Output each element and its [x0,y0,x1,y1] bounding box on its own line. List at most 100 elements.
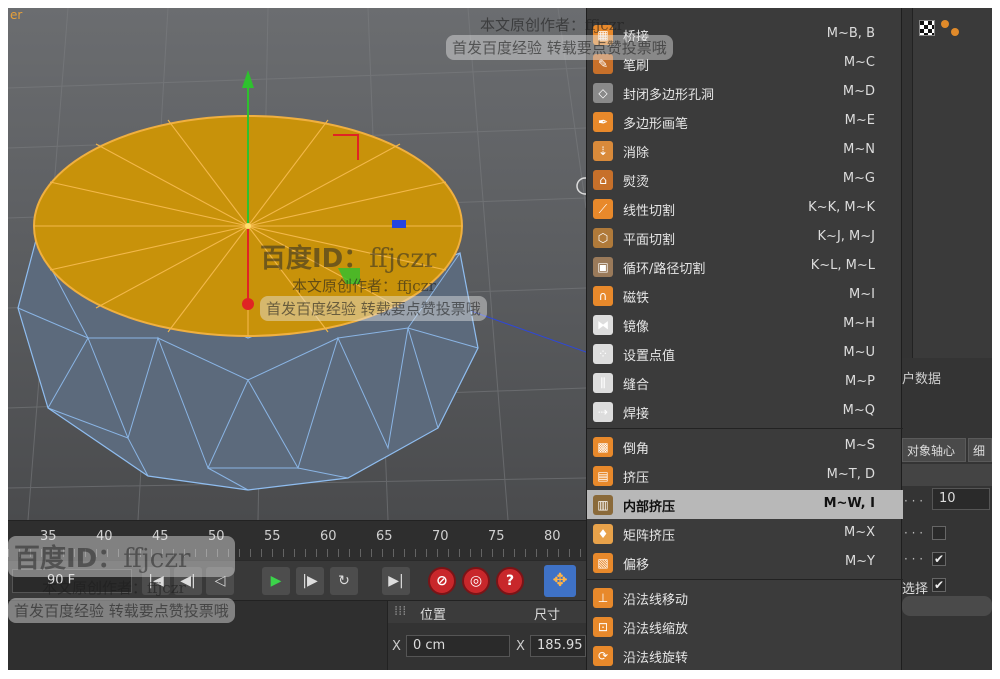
play-button[interactable]: ▶ [262,567,290,595]
menu-item-shortcut: M~Y [844,554,875,569]
mirror-icon: ⧓ [593,315,613,335]
menu-item-shortcut: M~C [843,55,875,70]
menu-item-extrude-inner[interactable]: ▥ 内部挤压 M~W, I [587,490,903,519]
menu-item-shortcut: K~J, M~J [817,229,875,244]
material-dot-icon[interactable] [951,28,959,36]
matrix-extrude-icon: ♦ [593,524,613,544]
timeline-frame-number: 60 [320,529,337,544]
x-axis-knob [242,298,254,310]
menu-item-shortcut: M~W, I [823,496,875,511]
key-help-button[interactable]: ? [496,567,524,595]
iron-icon: ⌂ [593,170,613,190]
menu-item-shortcut: M~P [845,374,875,389]
subdivision-input[interactable]: 10 [932,488,990,510]
menu-item-shortcut: M~H [843,316,875,331]
material-dot-icon[interactable] [941,20,949,28]
menu-item-label: 平面切割 [623,233,676,248]
attribute-scrollbar[interactable] [902,596,992,616]
watermark-notice: 首发百度经验 转载要点赞投票哦 [8,598,235,623]
menu-item-shortcut: M~D [842,84,875,99]
menu-item-shortcut: M~N [843,142,875,157]
menu-item-polygon-pen[interactable]: ✒ 多边形画笔 M~E [587,107,903,136]
menu-item-normal-move[interactable]: ⊥ 沿法线移动 [587,583,903,612]
field-dots: · · · [904,552,924,566]
object-axis-button[interactable]: 对象轴心 [902,438,966,462]
menu-item-dissolve[interactable]: ⇣ 消除 M~N [587,136,903,165]
plane-cut-icon: ⬡ [593,228,613,248]
menu-item-matrix-extrude[interactable]: ♦ 矩阵挤压 M~X [587,519,903,548]
watermark-center: 百度ID：ffjczr 本文原创作者：ffjczr 首发百度经验 转载要点赞投票… [260,238,487,321]
auto-key-button[interactable]: ◎ [462,567,490,595]
field-dots: · · · [904,526,924,540]
menu-item-shortcut: M~X [843,525,875,540]
menu-item-label: 沿法线移动 [623,593,689,608]
cursor-ring [576,177,586,195]
menu-item-line-cut[interactable]: ⟋ 线性切割 K~K, M~K [587,194,903,223]
menu-item-label: 磁铁 [623,291,650,306]
stitch-icon: ⫼ [593,373,613,393]
menu-item-normal-rotate[interactable]: ⟳ 沿法线旋转 [587,641,903,670]
menu-separator [587,428,903,429]
field-dots: · · · [904,494,924,508]
phong-tag-icon[interactable] [919,20,935,36]
menu-item-label: 矩阵挤压 [623,529,676,544]
menu-item-shortcut: M~T, D [826,467,875,482]
position-header: 位置 [420,608,447,623]
menu-item-weld[interactable]: ⇢ 焊接 M~Q [587,397,903,426]
menu-item-loop-cut[interactable]: ▣ 循环/路径切割 K~L, M~L [587,252,903,281]
user-data-tab[interactable]: 户数据 [902,368,941,387]
step-forward-button[interactable]: |▶ [296,567,324,595]
menu-item-plane-cut[interactable]: ⬡ 平面切割 K~J, M~J [587,223,903,252]
menu-item-offset[interactable]: ▧ 偏移 M~Y [587,548,903,577]
watermark-author: 本文原创作者：ffjczr [42,579,186,597]
watermark-author: 本文原创作者：ffjczr [480,16,624,34]
select-checkbox[interactable]: ✔ [932,578,946,592]
menu-item-magnet[interactable]: ∩ 磁铁 M~I [587,281,903,310]
move-tool-button[interactable]: ✥ [544,565,576,597]
menu-item-close-hole[interactable]: ◇ 封闭多边形孔洞 M~D [587,78,903,107]
menu-item-label: 消除 [623,146,650,161]
z-axis-knob [392,220,406,228]
timeline-frame-number: 70 [432,529,449,544]
x-label: X [392,639,401,654]
attribute-section-bar [902,464,992,486]
set-point-icon: ⁘ [593,344,613,364]
menu-item-iron[interactable]: ⌂ 熨烫 M~G [587,165,903,194]
watermark-brand: 百度ID：ffjczr [260,244,437,274]
x-size-label: X [516,639,525,654]
menu-item-label: 镜像 [623,320,650,335]
watermark-bottom: 百度ID：ffjczr 本文原创作者：ffjczr 首发百度经验 转载要点赞投票… [8,536,235,623]
loop-cut-icon: ▣ [593,257,613,277]
dissolve-icon: ⇣ [593,141,613,161]
menu-separator [587,579,903,580]
menu-item-normal-scale[interactable]: ⊡ 沿法线缩放 [587,612,903,641]
menu-item-bevel[interactable]: ▩ 倒角 M~S [587,432,903,461]
menu-item-shortcut: M~G [842,171,875,186]
menu-item-label: 熨烫 [623,175,650,190]
close-hole-icon: ◇ [593,83,613,103]
menu-item-stitch[interactable]: ⫼ 缝合 M~P [587,368,903,397]
menu-item-mirror[interactable]: ⧓ 镜像 M~H [587,310,903,339]
menu-item-label: 多边形画笔 [623,117,689,132]
loop-button[interactable]: ↻ [330,567,358,595]
detail-button[interactable]: 细 [968,438,992,462]
menu-item-label: 偏移 [623,558,650,573]
offset-icon: ▧ [593,553,613,573]
option-checkbox-1[interactable] [932,526,946,540]
line-cut-icon: ⟋ [593,199,613,219]
record-key-button[interactable]: ⊘ [428,567,456,595]
polygon-pen-icon: ✒ [593,112,613,132]
grip-icon: ⁞⁞⁞ [394,604,407,619]
menu-item-extrude[interactable]: ▤ 挤压 M~T, D [587,461,903,490]
x-position-field[interactable]: 0 cm [406,635,510,657]
menu-item-label: 线性切割 [623,204,676,219]
right-panel: 户数据 对象轴心 细 · · · 10 · · · · · · ✔ 选择 ✔ ▦… [586,8,992,670]
normal-rotate-icon: ⟳ [593,646,613,666]
x-size-field[interactable]: 185.95 c [530,635,586,657]
menu-item-shortcut: K~K, M~K [808,200,875,215]
last-frame-button[interactable]: ▶| [382,567,410,595]
menu-item-label: 焊接 [623,407,650,422]
menu-item-shortcut: M~E [844,113,875,128]
option-checkbox-2[interactable]: ✔ [932,552,946,566]
menu-item-set-point[interactable]: ⁘ 设置点值 M~U [587,339,903,368]
